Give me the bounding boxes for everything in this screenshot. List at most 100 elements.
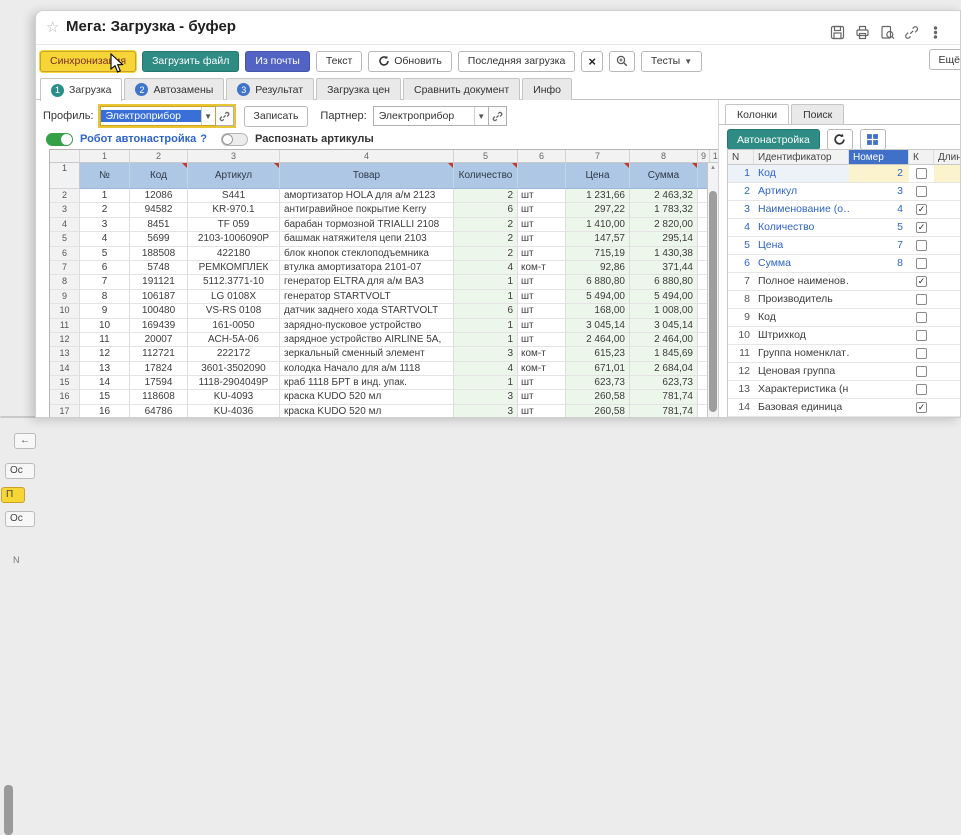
grid-cell[interactable]: генератор ELTRA для а/м ВАЗ — [280, 275, 454, 289]
from-mail-button[interactable]: Из почты — [245, 51, 309, 72]
panel-cell-length[interactable] — [934, 219, 961, 237]
grid-cell[interactable]: 5 494,00 — [566, 290, 630, 304]
panel-cell-length[interactable] — [934, 165, 961, 183]
grid-row[interactable]: 1413178243601-3502090колодка Начало для … — [50, 362, 718, 376]
panel-cell-n[interactable]: 1 — [728, 165, 754, 183]
grid-header-cell[interactable]: Товар — [280, 163, 454, 189]
grid-row-number[interactable]: 12 — [50, 333, 80, 347]
grid-row[interactable]: 121120007АСН-5А-06зарядное устройство AI… — [50, 333, 718, 347]
panel-row[interactable]: 7Полное наименов…✓ — [728, 273, 961, 291]
grid-cell[interactable]: 1118-2904049Р — [188, 376, 280, 390]
grid-row-number[interactable]: 4 — [50, 218, 80, 232]
grid-cell[interactable]: шт — [518, 319, 566, 333]
grid-row-number[interactable]: 10 — [50, 304, 80, 318]
panel-cell-identifier[interactable]: Производитель — [754, 291, 849, 309]
tab-zagruzka-cen[interactable]: Загрузка цен — [316, 78, 401, 100]
panel-cell-identifier[interactable]: Группа номенклат… — [754, 345, 849, 363]
grid-cell[interactable]: KU-4036 — [188, 405, 280, 418]
grid-row[interactable]: 1110169439161-0050зарядно-пусковое устро… — [50, 319, 718, 333]
panel-cell-length[interactable] — [934, 273, 961, 291]
grid-cell[interactable]: 260,58 — [566, 390, 630, 404]
grid-cell[interactable]: РЕМКОМПЛЕК — [188, 261, 280, 275]
panel-cell-n[interactable]: 13 — [728, 381, 754, 399]
panel-cell-n[interactable]: 2 — [728, 183, 754, 201]
grid-row[interactable]: 171664786KU-4036краска KUDO 520 мл3шт260… — [50, 405, 718, 418]
panel-cell-number[interactable] — [849, 363, 909, 381]
panel-row[interactable]: 12Ценовая группа — [728, 363, 961, 381]
grid-header-cell[interactable]: Количество — [454, 163, 518, 189]
grid-cell[interactable]: 6 880,80 — [630, 275, 698, 289]
grid-cell[interactable]: 10 — [80, 319, 130, 333]
grid-row[interactable]: 65188508422180блок кнопок стеклоподъемни… — [50, 247, 718, 261]
grid-cell[interactable]: 11 — [80, 333, 130, 347]
grid-cell[interactable]: 2 — [454, 232, 518, 246]
grid-row-number[interactable]: 9 — [50, 290, 80, 304]
panel-row[interactable]: 1Код2 — [728, 165, 961, 183]
grid-cell[interactable]: 6 — [454, 304, 518, 318]
grid-row-number[interactable]: 1 — [50, 163, 80, 189]
grid-cell[interactable]: 781,74 — [630, 390, 698, 404]
grid-cell[interactable]: 15 — [80, 390, 130, 404]
grid-cell[interactable]: 100480 — [130, 304, 188, 318]
robot-autotune-toggle[interactable] — [46, 133, 73, 146]
grid-cell[interactable]: 2 — [80, 203, 130, 217]
checkbox[interactable]: ✓ — [916, 204, 927, 215]
grid-cell[interactable]: 422180 — [188, 247, 280, 261]
panel-cell-number[interactable] — [849, 345, 909, 363]
grid-cell[interactable]: 12 — [80, 347, 130, 361]
grid-cell[interactable]: шт — [518, 390, 566, 404]
panel-tab-poisk[interactable]: Поиск — [791, 104, 844, 124]
bg-button-2[interactable]: П — [1, 487, 25, 503]
grid-row[interactable]: 2112086S441амортизатор HOLA для а/м 2123… — [50, 189, 718, 203]
grid-cell[interactable]: 9 — [80, 304, 130, 318]
panel-cell-identifier[interactable]: Характеристика (н… — [754, 381, 849, 399]
grid-row-number[interactable]: 14 — [50, 362, 80, 376]
grid-cell[interactable]: шт — [518, 290, 566, 304]
sync-button[interactable]: Синхронизация — [40, 51, 136, 72]
grid-cell[interactable]: 2 820,00 — [630, 218, 698, 232]
grid-cell[interactable]: шт — [518, 232, 566, 246]
grid-cell[interactable]: зеркальный сменный элемент — [280, 347, 454, 361]
zoom-button[interactable] — [609, 51, 635, 72]
grid-cell[interactable]: 2 464,00 — [630, 333, 698, 347]
grid-row-number[interactable]: 17 — [50, 405, 80, 418]
panel-row[interactable]: 10Штрихкод — [728, 327, 961, 345]
grid-row-number[interactable]: 13 — [50, 347, 80, 361]
grid-cell[interactable]: ком-т — [518, 347, 566, 361]
tab-zagruzka[interactable]: 1 Загрузка — [40, 78, 122, 101]
grid-cell[interactable]: зарядно-пусковое устройство — [280, 319, 454, 333]
refresh-button[interactable]: Обновить — [368, 51, 452, 72]
save-record-button[interactable]: Записать — [244, 106, 309, 127]
panel-table-view-button[interactable] — [860, 129, 886, 150]
grid-cell[interactable]: 295,14 — [630, 232, 698, 246]
grid-row[interactable]: 438451TF 059барабан тормозной TRIALLI 21… — [50, 218, 718, 232]
panel-header-cell[interactable]: N — [728, 150, 754, 165]
grid-cell[interactable]: 168,00 — [566, 304, 630, 318]
grid-cell[interactable]: 1 — [454, 275, 518, 289]
grid-cell[interactable]: 715,19 — [566, 247, 630, 261]
panel-cell-number[interactable]: 7 — [849, 237, 909, 255]
panel-row[interactable]: 14Базовая единица✓ — [728, 399, 961, 417]
panel-cell-length[interactable] — [934, 381, 961, 399]
grid-cell[interactable]: 260,58 — [566, 405, 630, 418]
grid-cell[interactable]: 5748 — [130, 261, 188, 275]
panel-header-cell[interactable]: Номер — [849, 150, 909, 165]
grid-row[interactable]: 3294582KR-970.1антигравийное покрытие Ke… — [50, 203, 718, 217]
grid-cell[interactable]: 147,57 — [566, 232, 630, 246]
grid-cell[interactable]: S441 — [188, 189, 280, 203]
grid-cell[interactable]: 781,74 — [630, 405, 698, 418]
panel-cell-length[interactable] — [934, 363, 961, 381]
grid-row-number[interactable]: 15 — [50, 376, 80, 390]
panel-cell-number[interactable]: 8 — [849, 255, 909, 273]
preview-icon[interactable] — [880, 25, 896, 41]
grid-cell[interactable]: 118608 — [130, 390, 188, 404]
grid-cell[interactable]: 3 — [80, 218, 130, 232]
bg-scrollbar-thumb[interactable] — [4, 785, 13, 835]
grid-cell[interactable]: 2 — [454, 189, 518, 203]
grid-cell[interactable]: 1 — [454, 333, 518, 347]
grid-cell[interactable]: шт — [518, 333, 566, 347]
grid-cell[interactable]: шт — [518, 376, 566, 390]
grid-row[interactable]: 1615118608KU-4093краска KUDO 520 мл3шт26… — [50, 390, 718, 404]
checkbox[interactable] — [916, 330, 927, 341]
tab-rezultat[interactable]: 3 Результат — [226, 78, 314, 100]
